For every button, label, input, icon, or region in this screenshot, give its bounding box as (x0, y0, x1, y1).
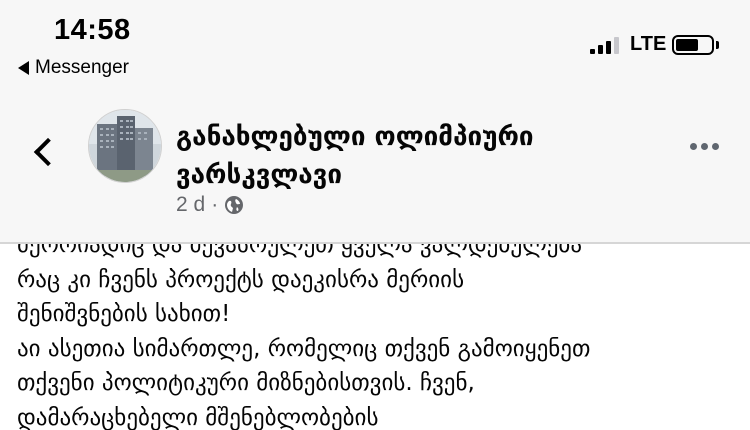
post-line: თქვენი პოლიტიკური მიზნებისთვის. ჩვენ, (17, 370, 475, 396)
page-avatar[interactable] (88, 109, 162, 183)
cellular-signal-icon (590, 36, 622, 54)
post-line: აი ასეთია სიმართლე, რომელიც თქვენ გამოიყ… (17, 335, 591, 362)
post-meta: 2 d · (176, 193, 244, 217)
globe-icon (224, 195, 244, 215)
more-options-button[interactable] (690, 140, 724, 152)
back-to-messenger-link[interactable]: Messenger (18, 57, 129, 79)
meta-separator: · (211, 193, 219, 216)
battery-icon (672, 35, 714, 55)
status-time: 14:58 (54, 14, 131, 46)
building-photo-icon (89, 110, 161, 182)
post-header: განახლებული ოლიმპიური ვარსკვლავი 2 d · (0, 92, 750, 242)
post-line: რაც კი ჩვენს პროექტს დაეკისრა მერიის (17, 266, 465, 293)
page-name[interactable]: განახლებული ოლიმპიური ვარსკვლავი (176, 118, 596, 194)
network-type: LTE (630, 33, 667, 55)
post-line: დამარაცხებელი მშენებლობების (17, 404, 379, 430)
post-line: მეორიადიც და მევასრულეთ ყველა ვალდებულებ… (17, 244, 582, 258)
back-button[interactable] (30, 132, 60, 176)
page-name-line-2: ვარსკვლავი (176, 160, 342, 190)
post-age[interactable]: 2 d (176, 193, 205, 217)
back-triangle-icon (18, 61, 29, 75)
back-app-label: Messenger (35, 57, 129, 78)
post-text: მეორიადიც და მევასრულეთ ყველა ვალდებულებ… (17, 244, 747, 430)
post-line: შენიშვნების სახით! (17, 301, 231, 327)
post-body: მეორიადიც და მევასრულეთ ყველა ვალდებულებ… (0, 244, 750, 430)
battery-cap (716, 41, 719, 49)
status-bar: 14:58 Messenger LTE (0, 0, 750, 92)
page-name-line-1: განახლებული ოლიმპიური (176, 122, 534, 152)
